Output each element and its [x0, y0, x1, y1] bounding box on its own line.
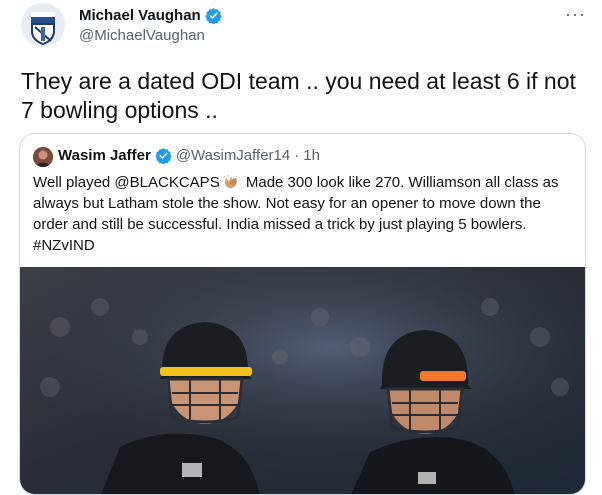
meta-separator: ·	[294, 147, 300, 164]
quoted-media-photo[interactable]	[20, 267, 585, 494]
quoted-verified-badge-icon	[155, 148, 172, 164]
quoted-timestamp[interactable]: 1h	[303, 147, 320, 164]
author-handle[interactable]: @MichaelVaughan	[79, 27, 205, 44]
quoted-text: Well played @BLACKCAPS Made 300 look lik…	[33, 172, 573, 256]
quoted-author-handle[interactable]: @WasimJaffer14	[176, 147, 290, 164]
quoted-author-name[interactable]: Wasim Jaffer	[58, 147, 151, 164]
more-options-icon[interactable]: ···	[565, 4, 586, 25]
vstcc-logo-icon	[21, 3, 65, 47]
quoted-avatar-photo-icon	[33, 147, 53, 167]
author-name[interactable]: Michael Vaughan	[79, 7, 201, 24]
tweet-text: They are a dated ODI team .. you need at…	[21, 68, 576, 123]
author-avatar[interactable]	[21, 3, 65, 47]
quoted-author-avatar[interactable]	[33, 147, 53, 167]
quoted-tweet-card[interactable]: Wasim Jaffer @WasimJaffer14 · 1h Well pl…	[19, 133, 586, 495]
tweet: Michael Vaughan @MichaelVaughan ··· They…	[0, 0, 602, 495]
cricket-players-photo-icon	[20, 267, 585, 494]
quoted-text-part-1: Well played @BLACKCAPS	[33, 174, 220, 191]
quoted-header: Wasim Jaffer @WasimJaffer14 · 1h	[58, 147, 320, 164]
clapping-hands-icon	[223, 175, 238, 189]
verified-badge-icon	[204, 8, 222, 24]
author-name-row[interactable]: Michael Vaughan	[79, 7, 222, 24]
